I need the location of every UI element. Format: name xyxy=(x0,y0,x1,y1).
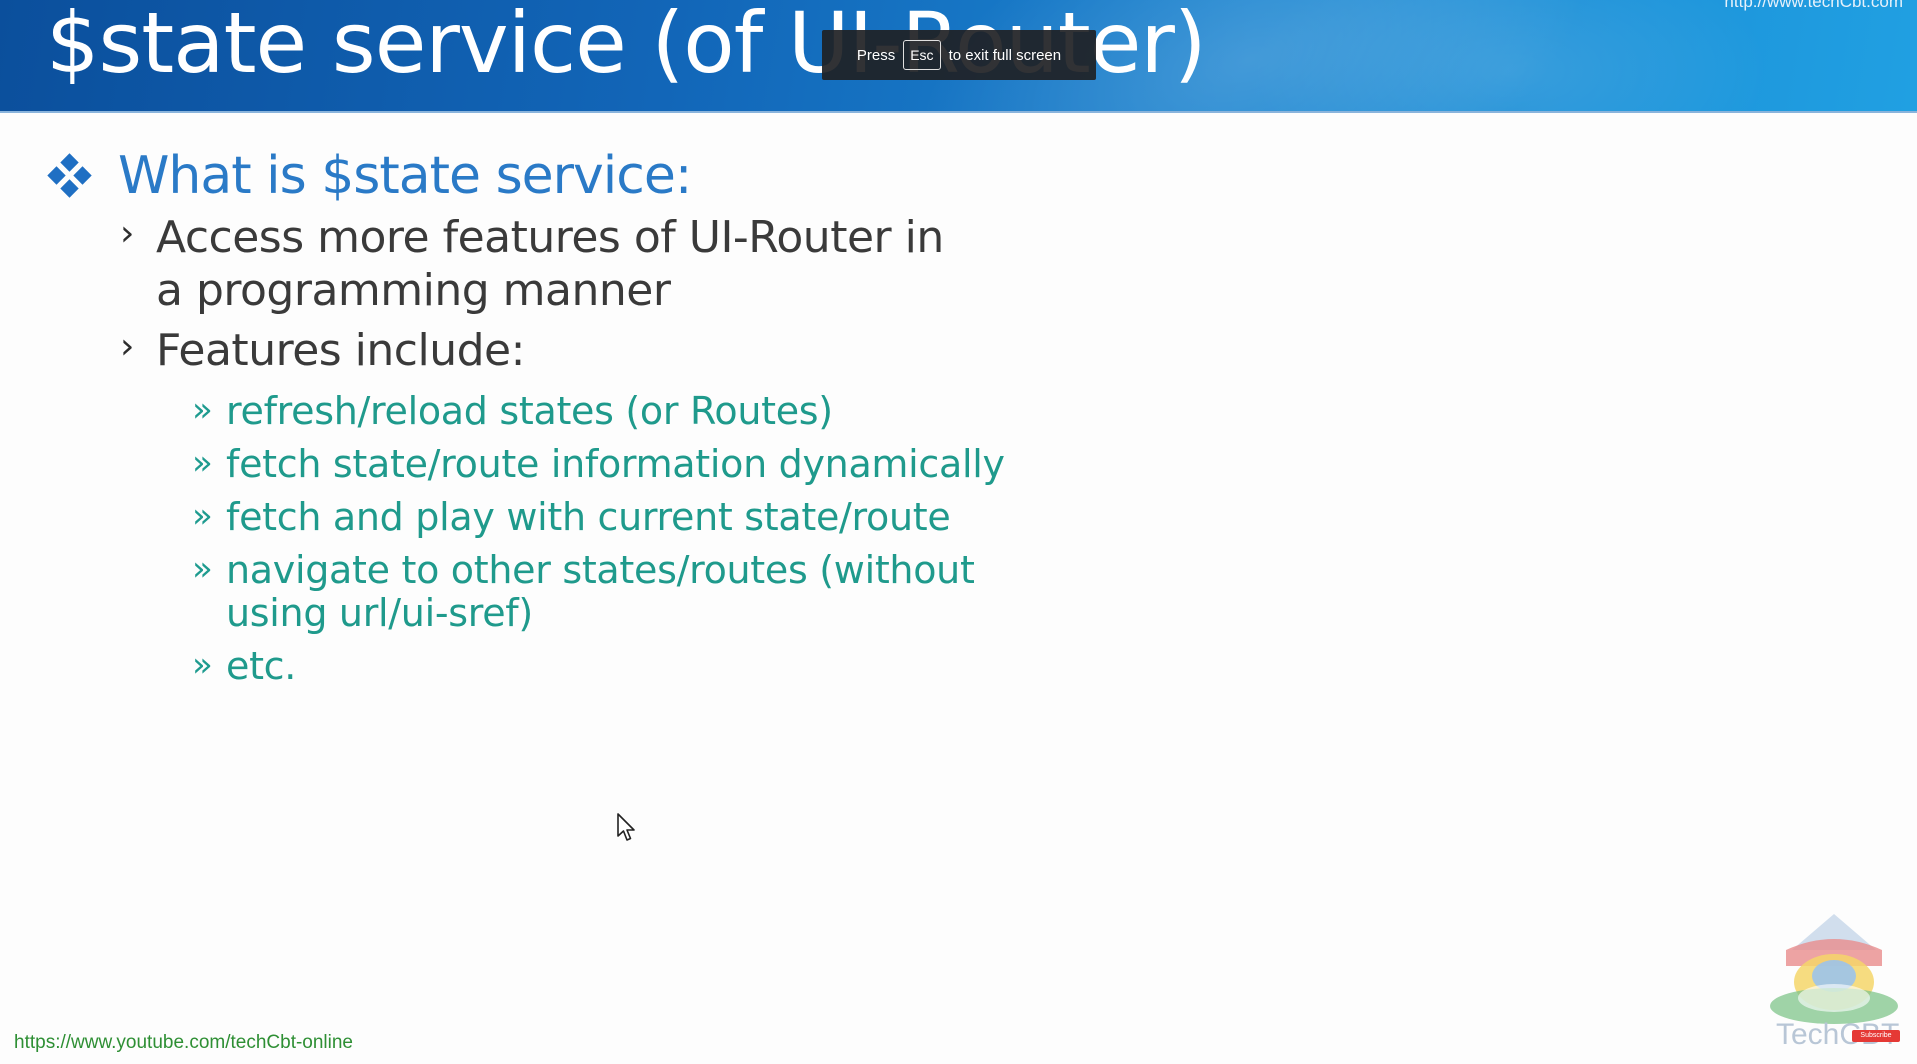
four-diamond-bullet-icon xyxy=(47,153,92,198)
fullscreen-exit-toast: Press Esc to exit full screen xyxy=(822,30,1096,80)
sub-bullet-item: » etc. xyxy=(192,645,296,688)
double-chevron-right-icon: » xyxy=(192,443,213,483)
sub-bullet-text: fetch and play with current state/route xyxy=(226,495,951,539)
sub-bullet-text: navigate to other states/routes (without… xyxy=(226,548,975,635)
presentation-slide: $state service (of UI-Router) http://www… xyxy=(0,0,1917,1064)
sub-bullet-item: » refresh/reload states (or Routes) xyxy=(192,390,833,433)
toast-press-label: Press xyxy=(856,46,896,64)
sub-bullet-text: refresh/reload states (or Routes) xyxy=(226,389,833,433)
slide-header-banner: $state service (of UI-Router) http://www… xyxy=(0,0,1917,113)
chevron-right-icon: › xyxy=(120,213,135,254)
sub-bullet-text: fetch state/route information dynamicall… xyxy=(226,442,1005,486)
double-chevron-right-icon: » xyxy=(192,496,213,536)
bullet-text: Access more features of UI-Router in a p… xyxy=(156,212,944,316)
chevron-right-icon: › xyxy=(120,326,135,367)
youtube-channel-link[interactable]: https://www.youtube.com/techCbt-online xyxy=(14,1032,353,1054)
sub-bullet-item: » fetch state/route information dynamica… xyxy=(192,443,1005,486)
double-chevron-right-icon: » xyxy=(192,549,213,589)
header-url: http://www.techCbt.com xyxy=(1724,0,1903,11)
header-sheen-2 xyxy=(1250,0,1770,111)
double-chevron-right-icon: » xyxy=(192,645,213,685)
toast-suffix-label: to exit full screen xyxy=(948,46,1062,64)
bullet-item: › Features include: xyxy=(120,324,525,377)
sub-bullet-item: » fetch and play with current state/rout… xyxy=(192,495,951,539)
sub-bullet-item: » navigate to other states/routes (witho… xyxy=(192,549,1086,635)
main-bullet: What is $state service: xyxy=(47,146,692,206)
mouse-pointer-icon xyxy=(617,813,635,841)
bullet-item: › Access more features of UI-Router in a… xyxy=(120,211,976,317)
section-heading: What is $state service: xyxy=(118,146,692,206)
double-chevron-right-icon: » xyxy=(192,390,213,430)
subscribe-badge[interactable]: Subscribe xyxy=(1852,1030,1900,1042)
esc-key-hint: Esc xyxy=(903,40,941,70)
bullet-text: Features include: xyxy=(156,325,525,376)
sub-bullet-text: etc. xyxy=(226,644,297,688)
